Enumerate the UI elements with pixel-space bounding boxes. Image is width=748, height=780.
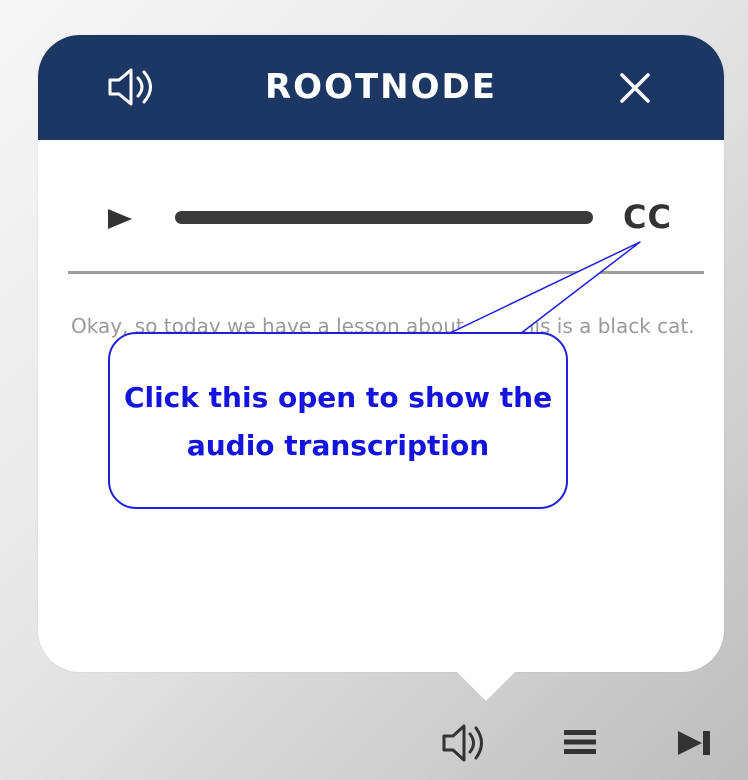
callout-text: Click this open to show the audio transc… xyxy=(123,381,553,462)
divider xyxy=(68,271,704,274)
play-icon[interactable] xyxy=(106,207,134,231)
close-icon[interactable] xyxy=(616,69,654,107)
speaker-icon[interactable] xyxy=(441,722,493,764)
tooltip-callout: Click this open to show the audio transc… xyxy=(108,332,568,509)
cc-button[interactable]: CC xyxy=(623,198,672,236)
menu-icon[interactable] xyxy=(562,727,598,757)
skip-next-icon[interactable] xyxy=(676,728,714,758)
popup-pointer xyxy=(454,669,518,701)
audio-progress-bar[interactable] xyxy=(175,211,593,224)
popup-header: ROOTNODE xyxy=(38,35,724,140)
